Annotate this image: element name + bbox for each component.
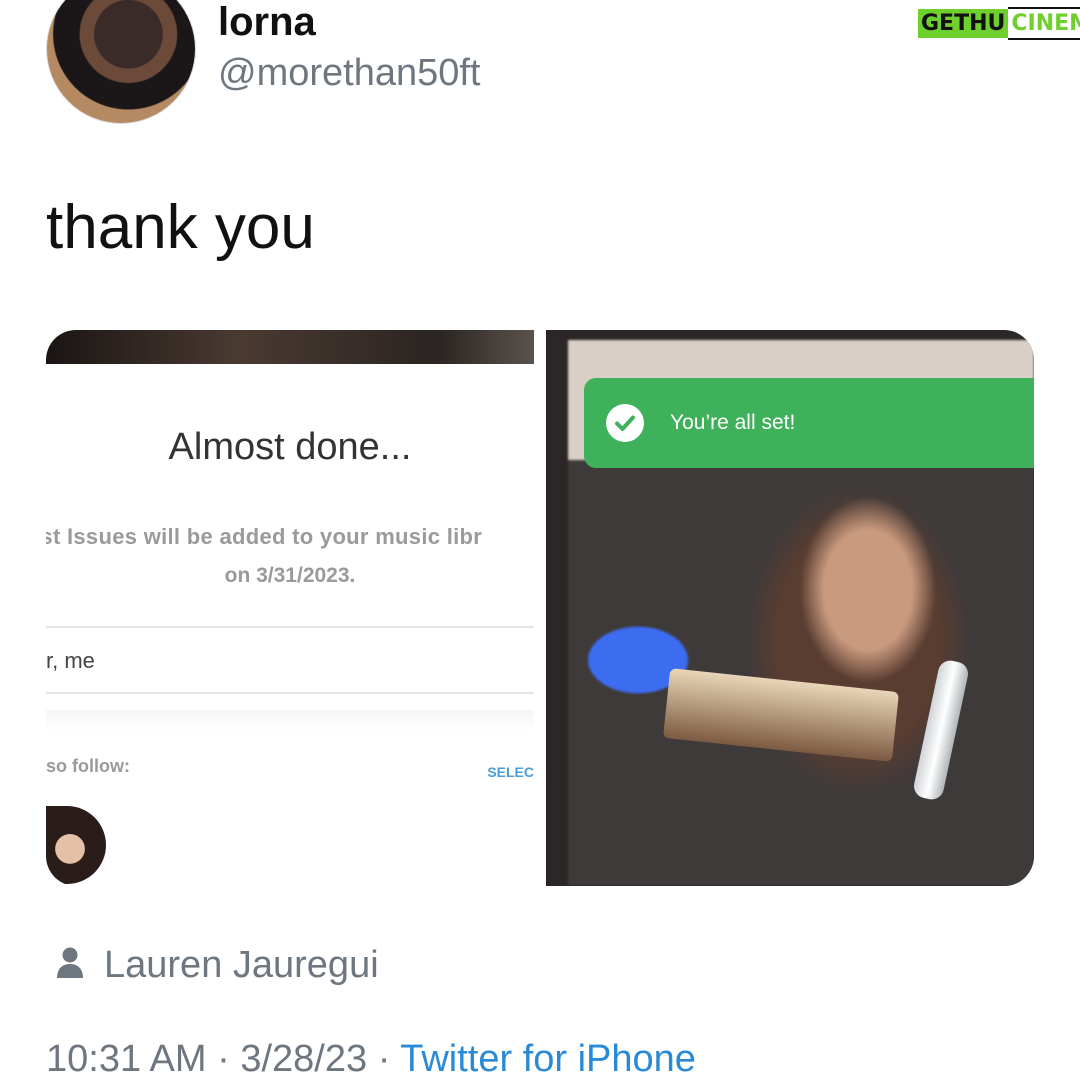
release-date-text: on 3/31/2023. [224,564,356,587]
success-message: You’re all set! [670,411,796,434]
meta-separator: · [377,1038,391,1080]
header-photo-strip [46,330,534,364]
attached-image-left[interactable]: Almost done... ıst Issues will be added … [46,330,534,886]
tweet-meta: 10:31 AM · 3/28/23 · Twitter for iPhone [46,1038,696,1081]
tweet-source-link[interactable]: Twitter for iPhone [400,1038,696,1080]
success-banner: You’re all set! [584,378,1034,468]
watermark-part2: CINEMA [1008,6,1080,40]
section-gap [46,710,534,732]
watermark-logo: GETHU CINEMA [918,4,1080,42]
follow-avatar[interactable] [46,806,106,884]
check-circle-icon [606,404,644,442]
display-name[interactable]: lorna [218,0,316,45]
profile-avatar[interactable] [46,0,196,124]
person-icon [56,946,84,985]
watermark-part1: GETHU [918,8,1009,38]
select-link[interactable]: SELEC [487,764,534,780]
divider [46,626,534,628]
user-handle[interactable]: @morethan50ft [218,52,481,95]
attached-image-right[interactable]: You’re all set! [546,330,1034,886]
tweet-time: 10:31 AM [46,1038,207,1080]
library-description: ıst Issues will be added to your music l… [46,524,483,549]
artist-line: r, me [46,648,95,673]
tagged-user-row[interactable]: Lauren Jauregui [56,944,379,987]
tagged-user-name[interactable]: Lauren Jauregui [104,944,379,987]
tweet-date: 3/28/23 [240,1038,368,1080]
also-follow-label: so follow: [46,756,130,776]
tweet-text: thank you [46,193,315,262]
meta-separator: · [217,1038,230,1080]
almost-done-title: Almost done... [168,426,412,468]
divider [46,692,534,694]
